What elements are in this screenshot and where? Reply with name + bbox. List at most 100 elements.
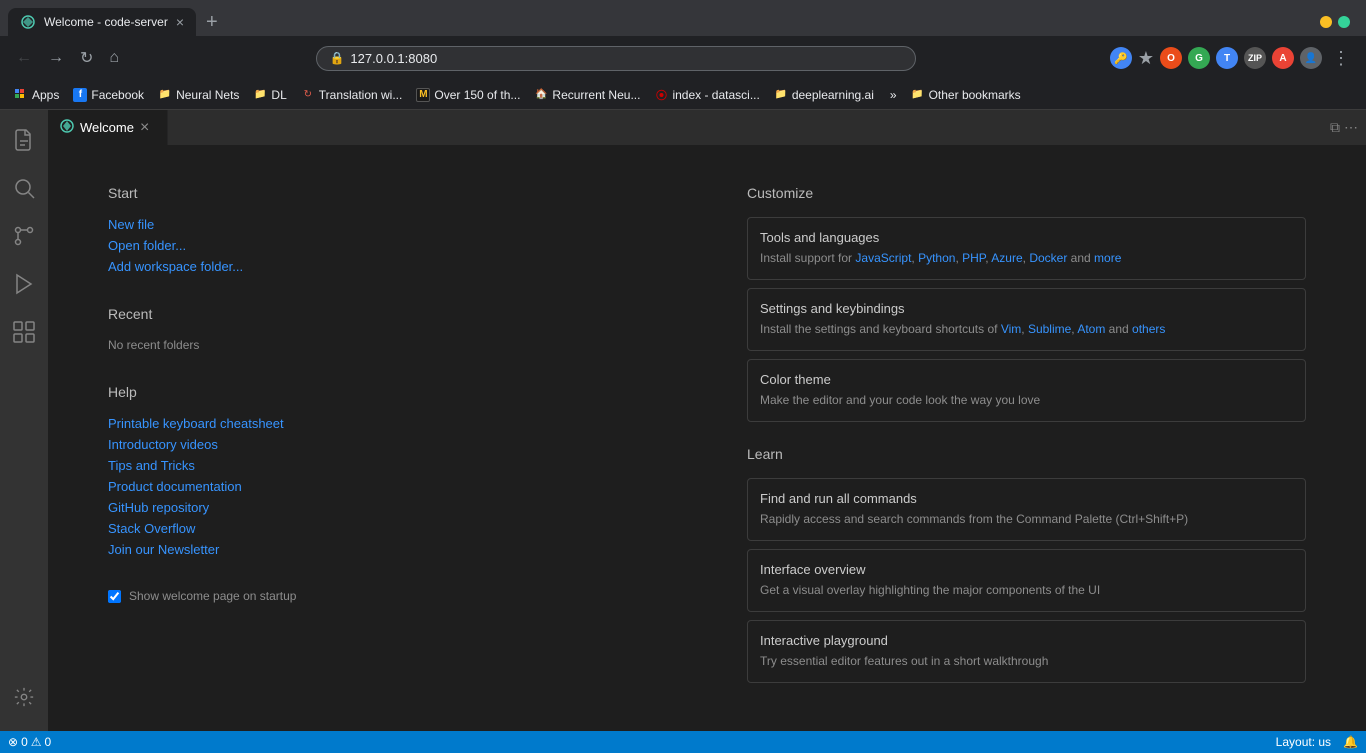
apps-bookmark-icon [14, 88, 28, 102]
welcome-tab-icon [60, 119, 74, 136]
status-notifications[interactable]: 🔔 [1343, 735, 1358, 749]
address-bar[interactable]: 🔒 127.0.0.1:8080 [316, 46, 916, 71]
gear-icon [13, 686, 35, 712]
more-bookmarks-button[interactable]: » [884, 86, 903, 104]
welcome-right-column: Customize Tools and languages Install su… [747, 185, 1306, 691]
link-more-tools[interactable]: more [1094, 251, 1121, 265]
add-workspace-link[interactable]: Add workspace folder... [108, 259, 667, 274]
link-azure[interactable]: Azure [991, 251, 1022, 265]
back-button[interactable]: ← [12, 45, 36, 71]
link-atom[interactable]: Atom [1077, 322, 1105, 336]
link-docker[interactable]: Docker [1029, 251, 1067, 265]
link-python[interactable]: Python [918, 251, 955, 265]
tab-favicon [20, 14, 36, 30]
key-icon[interactable]: 🔑 [1110, 47, 1132, 69]
learn-item-commands[interactable]: Find and run all commands Rapidly access… [747, 478, 1306, 541]
error-count: 0 [21, 735, 28, 749]
activity-item-debug[interactable] [0, 262, 48, 310]
show-welcome-checkbox[interactable] [108, 590, 121, 603]
start-section: Start New file Open folder... Add worksp… [108, 185, 667, 274]
activity-item-extensions[interactable] [0, 310, 48, 358]
help-link-keyboard[interactable]: Printable keyboard cheatsheet [108, 416, 667, 431]
help-link-stackoverflow[interactable]: Stack Overflow [108, 521, 667, 536]
help-link-github[interactable]: GitHub repository [108, 500, 667, 515]
customize-item-color-theme[interactable]: Color theme Make the editor and your cod… [747, 359, 1306, 422]
activity-item-settings[interactable] [0, 675, 48, 723]
forward-button[interactable]: → [44, 45, 68, 71]
browser-tab-bar: Welcome - code-server × + [0, 0, 1366, 36]
bookmark-translation[interactable]: ↻ Translation wi... [295, 86, 409, 104]
show-welcome-label[interactable]: Show welcome page on startup [129, 589, 296, 603]
link-others[interactable]: others [1132, 322, 1165, 336]
star-icon[interactable]: ★ [1138, 48, 1154, 69]
browser-tab-active[interactable]: Welcome - code-server × [8, 8, 196, 36]
traffic-light-yellow [1320, 16, 1332, 28]
status-layout[interactable]: Layout: us [1276, 735, 1331, 749]
reload-button[interactable]: ↻ [76, 44, 97, 72]
bookmark-facebook[interactable]: f Facebook [67, 86, 150, 104]
zip-icon[interactable]: ZIP [1244, 47, 1266, 69]
learn-item-interface[interactable]: Interface overview Get a visual overlay … [747, 549, 1306, 612]
bookmark-index-datasci[interactable]: ⦿ index - datasci... [648, 86, 765, 104]
welcome-tab-label: Welcome [80, 120, 134, 135]
bookmark-over150[interactable]: M Over 150 of th... [410, 86, 526, 104]
activity-item-explorer[interactable] [0, 118, 48, 166]
customize-tools-desc: Install support for JavaScript, Python, … [760, 249, 1293, 267]
new-tab-button[interactable]: + [200, 10, 224, 34]
recent-title: Recent [108, 306, 667, 322]
status-errors[interactable]: ⊗ 0 ⚠ 0 [8, 735, 51, 749]
tab-close-button[interactable]: × [176, 15, 184, 29]
new-file-link[interactable]: New file [108, 217, 667, 232]
open-folder-link[interactable]: Open folder... [108, 238, 667, 253]
error-icon: ⊗ [8, 735, 18, 749]
learn-section: Learn Find and run all commands Rapidly … [747, 446, 1306, 683]
learn-commands-title: Find and run all commands [760, 491, 1293, 506]
help-link-tips[interactable]: Tips and Tricks [108, 458, 667, 473]
opera-icon[interactable]: O [1160, 47, 1182, 69]
files-icon [12, 128, 36, 156]
welcome-tab-close-button[interactable]: × [140, 120, 149, 136]
bookmark-neural-nets[interactable]: 📁 Neural Nets [152, 86, 245, 104]
link-vim[interactable]: Vim [1001, 322, 1021, 336]
bookmark-translation-label: Translation wi... [319, 88, 403, 102]
activity-item-source-control[interactable] [0, 214, 48, 262]
home-button[interactable]: ⌂ [105, 45, 123, 71]
link-javascript[interactable]: JavaScript [855, 251, 911, 265]
acrobat-icon[interactable]: A [1272, 47, 1294, 69]
learn-item-playground[interactable]: Interactive playground Try essential edi… [747, 620, 1306, 683]
help-link-newsletter[interactable]: Join our Newsletter [108, 542, 667, 557]
bookmark-other[interactable]: 📁 Other bookmarks [905, 86, 1027, 104]
traffic-lights [1320, 16, 1358, 28]
menu-button[interactable]: ⋮ [1328, 48, 1354, 69]
grammarly-icon[interactable]: G [1188, 47, 1210, 69]
help-link-videos[interactable]: Introductory videos [108, 437, 667, 452]
more-bookmarks-chevron: » [890, 88, 897, 102]
link-php[interactable]: PHP [962, 251, 985, 265]
translate-icon[interactable]: T [1216, 47, 1238, 69]
customize-item-tools[interactable]: Tools and languages Install support for … [747, 217, 1306, 280]
bookmark-apps[interactable]: Apps [8, 86, 65, 104]
deeplearning-bookmark-icon: 📁 [774, 88, 788, 102]
bookmark-deeplearning[interactable]: 📁 deeplearning.ai [768, 86, 880, 104]
over150-bookmark-icon: M [416, 88, 430, 102]
learn-commands-desc: Rapidly access and search commands from … [760, 510, 1293, 528]
learn-interface-title: Interface overview [760, 562, 1293, 577]
warning-icon: ⚠ [31, 735, 42, 749]
bookmark-recurrent[interactable]: 🏠 Recurrent Neu... [528, 86, 646, 104]
customize-title: Customize [747, 185, 1306, 201]
customize-item-keybindings[interactable]: Settings and keybindings Install the set… [747, 288, 1306, 351]
learn-playground-desc: Try essential editor features out in a s… [760, 652, 1293, 670]
link-sublime[interactable]: Sublime [1028, 322, 1071, 336]
lock-icon: 🔒 [329, 51, 344, 65]
recurrent-bookmark-icon: 🏠 [534, 88, 548, 102]
bookmark-dl[interactable]: 📁 DL [247, 86, 292, 104]
vscode-tab-welcome[interactable]: Welcome × [48, 110, 168, 145]
extensions-icon [12, 320, 36, 348]
activity-item-search[interactable] [0, 166, 48, 214]
warning-count: 0 [45, 735, 52, 749]
split-editor-button[interactable]: ⧉ [1330, 119, 1340, 136]
help-link-docs[interactable]: Product documentation [108, 479, 667, 494]
more-actions-button[interactable]: ⋯ [1344, 119, 1358, 136]
traffic-light-green [1338, 16, 1350, 28]
profile-icon[interactable]: 👤 [1300, 47, 1322, 69]
